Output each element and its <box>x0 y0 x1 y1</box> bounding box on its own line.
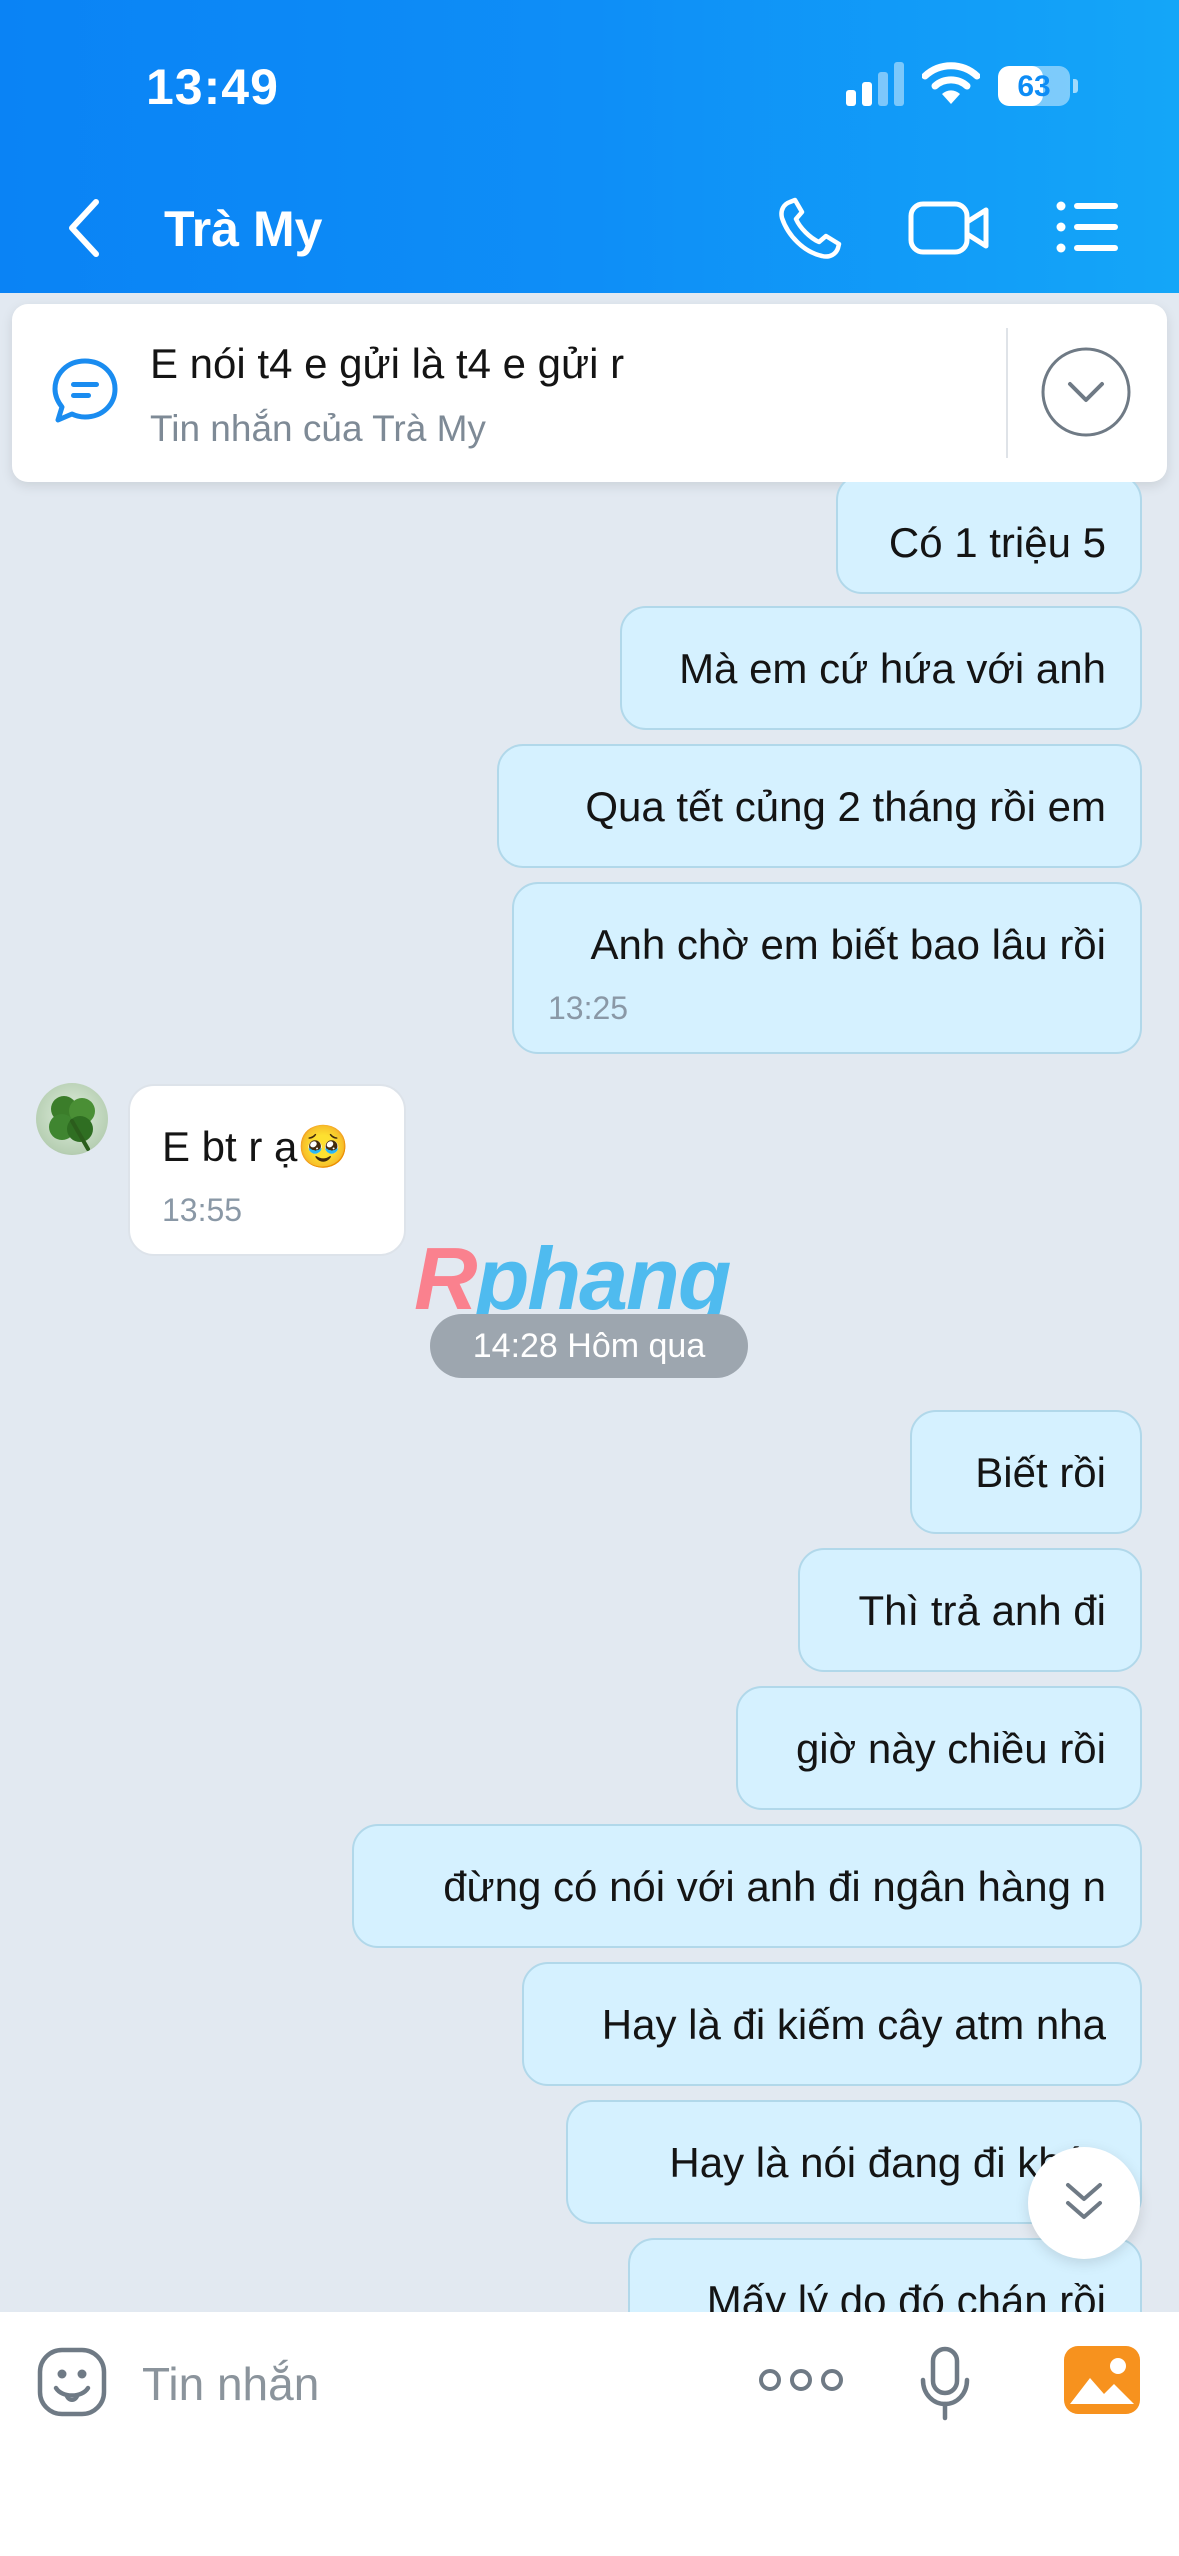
message-list[interactable]: Có 1 triệu 5 Mà em cứ hứa với anh Qua tế… <box>0 482 1179 2312</box>
message-time: 13:55 <box>162 1192 243 1228</box>
message-outgoing[interactable]: Thì trả anh đi <box>798 1548 1142 1672</box>
more-options-icon[interactable] <box>758 2362 844 2398</box>
date-separator: 14:28 Hôm qua <box>430 1314 748 1378</box>
message-text: Mấy lý do đó chán rồi <box>706 2277 1106 2312</box>
microphone-icon[interactable] <box>918 2346 972 2422</box>
message-outgoing[interactable]: Hay là đi kiếm cây atm nha <box>522 1962 1142 2086</box>
divider <box>1006 328 1008 458</box>
back-arrow-icon[interactable] <box>60 196 110 260</box>
battery-icon: 63 <box>998 66 1078 106</box>
battery-level: 63 <box>1017 70 1051 103</box>
message-text: Qua tết củng 2 tháng rồi em <box>585 783 1106 830</box>
message-outgoing[interactable]: Có 1 triệu 5 <box>836 482 1142 594</box>
pinned-message[interactable]: E nói t4 e gửi là t4 e gửi r Tin nhắn củ… <box>12 304 1167 482</box>
message-text: E bt r ạ🥹 <box>162 1123 350 1170</box>
message-text: Hay là đi kiếm cây atm nha <box>601 2001 1106 2048</box>
message-outgoing[interactable]: Biết rồi <box>910 1410 1142 1534</box>
contact-avatar[interactable] <box>36 1083 108 1155</box>
pinned-message-text: E nói t4 e gửi là t4 e gửi r <box>150 340 625 387</box>
message-outgoing[interactable]: đừng có nói với anh đi ngân hàng n <box>352 1824 1142 1948</box>
video-call-icon[interactable] <box>908 196 990 260</box>
sticker-emoji-icon[interactable] <box>36 2346 108 2418</box>
message-text: Mà em cứ hứa với anh <box>679 645 1106 692</box>
photo-gallery-icon[interactable] <box>1064 2346 1140 2414</box>
message-text: Có 1 triệu 5 <box>888 519 1106 566</box>
message-text: Anh chờ em biết bao lâu rồi <box>590 921 1106 968</box>
message-text: giờ này chiều rồi <box>795 1725 1106 1772</box>
chat-header: 13:49 63 Trà My <box>0 0 1179 293</box>
message-time: 13:25 <box>548 990 629 1026</box>
message-composer <box>0 2312 1179 2556</box>
double-chevron-down-icon <box>1066 2183 1102 2219</box>
message-outgoing[interactable]: giờ này chiều rồi <box>736 1686 1142 1810</box>
status-time: 13:49 <box>146 59 279 115</box>
message-text: Thì trả anh đi <box>858 1587 1106 1634</box>
pinned-message-sender: Tin nhắn của Trà My <box>150 408 486 449</box>
message-incoming[interactable]: E bt r ạ🥹 13:55 <box>128 1084 406 1256</box>
clover-avatar-icon <box>49 1096 95 1151</box>
signal-icon <box>846 62 904 106</box>
message-outgoing[interactable]: Mà em cứ hứa với anh <box>620 606 1142 730</box>
message-text: đừng có nói với anh đi ngân hàng n <box>443 1863 1106 1910</box>
contact-name[interactable]: Trà My <box>164 200 322 258</box>
message-input[interactable] <box>140 2348 704 2420</box>
list-menu-icon[interactable] <box>1056 198 1120 256</box>
message-outgoing[interactable]: Qua tết củng 2 tháng rồi em <box>497 744 1142 868</box>
expand-chevron-icon[interactable] <box>1040 346 1132 438</box>
scroll-to-bottom-button[interactable] <box>1028 2147 1140 2259</box>
watermark-logo: Rphang <box>414 1229 732 1328</box>
phone-call-icon[interactable] <box>776 196 846 260</box>
message-outgoing[interactable]: Anh chờ em biết bao lâu rồi 13:25 <box>512 882 1142 1054</box>
wifi-icon <box>922 62 980 104</box>
message-bubble-icon <box>52 358 118 423</box>
message-text: Biết rồi <box>975 1449 1106 1496</box>
message-text: Hay là nói đang đi khác <box>669 2139 1106 2186</box>
